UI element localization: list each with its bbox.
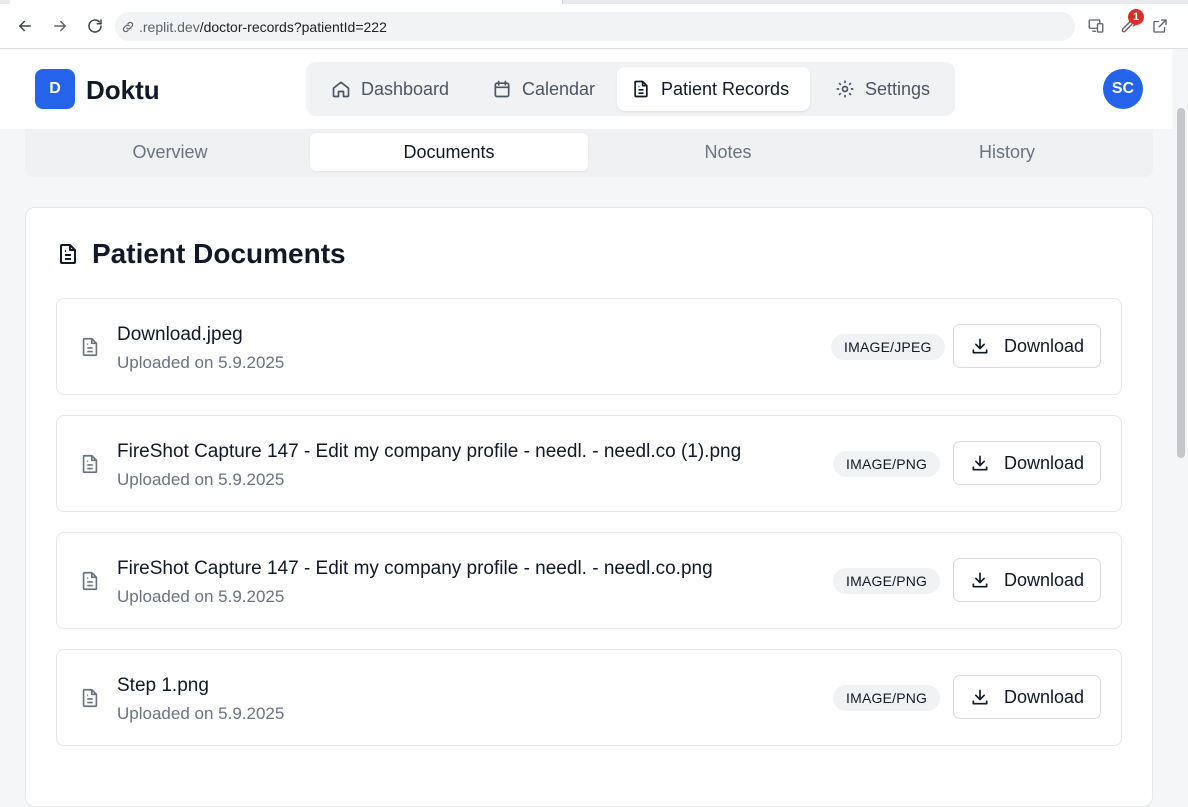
download-button[interactable]: Download	[953, 324, 1101, 368]
external-link-icon	[1153, 19, 1167, 33]
nav-patient-records-label: Patient Records	[661, 78, 790, 99]
document-name: Download.jpeg	[117, 324, 243, 345]
file-icon	[82, 571, 98, 591]
file-type-badge: IMAGE/PNG	[833, 451, 941, 477]
document-name: Step 1.png	[117, 675, 209, 696]
extensions-button[interactable]: 1	[1114, 9, 1144, 40]
tab-history[interactable]: History	[868, 133, 1146, 171]
url-path: /doctor-records?patientId=222	[199, 18, 387, 35]
file-type-badge: IMAGE/PNG	[833, 568, 941, 594]
file-text-icon	[60, 244, 76, 264]
file-icon	[82, 337, 98, 357]
reload-icon	[88, 19, 102, 33]
download-icon	[972, 455, 988, 471]
document-item: FireShot Capture 147 - Edit my company p…	[56, 532, 1122, 629]
document-upload-date: Uploaded on 5.9.2025	[117, 587, 285, 606]
back-button[interactable]	[11, 12, 39, 40]
devices-icon	[1088, 19, 1104, 33]
brand-name[interactable]: Doktu	[86, 75, 160, 106]
forward-button[interactable]	[46, 12, 74, 40]
open-external-button[interactable]	[1146, 12, 1174, 40]
file-type-badge: IMAGE/JPEG	[831, 334, 945, 360]
document-item: Download.jpeg Uploaded on 5.9.2025 IMAGE…	[56, 298, 1122, 395]
document-item: Step 1.png Uploaded on 5.9.2025 IMAGE/PN…	[56, 649, 1122, 746]
document-name: FireShot Capture 147 - Edit my company p…	[117, 441, 742, 462]
scrollbar-thumb[interactable]	[1177, 108, 1185, 458]
home-icon	[332, 81, 350, 98]
document-name: FireShot Capture 147 - Edit my company p…	[117, 558, 713, 579]
record-tabs: Overview Documents Notes History	[25, 129, 1153, 177]
download-label: Download	[1004, 452, 1085, 473]
main-nav: Dashboard Calendar Patient Records Setti…	[306, 62, 955, 116]
download-button[interactable]: Download	[953, 675, 1101, 719]
link-icon	[122, 21, 134, 32]
document-upload-date: Uploaded on 5.9.2025	[117, 470, 285, 489]
arrow-left-icon	[19, 20, 31, 32]
nav-settings-label: Settings	[865, 78, 931, 99]
file-icon	[82, 454, 98, 474]
document-upload-date: Uploaded on 5.9.2025	[117, 704, 285, 723]
tab-documents[interactable]: Documents	[310, 133, 588, 171]
browser-toolbar: .replit.dev/doctor-records?patientId=222…	[0, 4, 1188, 49]
user-avatar[interactable]: SC	[1103, 69, 1143, 109]
notification-badge: 1	[1128, 9, 1144, 25]
nav-settings[interactable]: Settings	[821, 67, 945, 111]
logo-mark[interactable]: D	[35, 69, 75, 109]
card-header: Patient Documents	[56, 238, 346, 270]
calendar-icon	[494, 80, 510, 98]
download-icon	[972, 689, 988, 705]
tab-overview[interactable]: Overview	[31, 133, 309, 171]
download-label: Download	[1004, 686, 1085, 707]
app-header: D Doktu Dashboard Calendar Patient Recor…	[0, 49, 1172, 129]
reload-button[interactable]	[81, 12, 109, 40]
tab-notes[interactable]: Notes	[589, 133, 867, 171]
gear-icon	[836, 80, 854, 98]
nav-calendar[interactable]: Calendar	[478, 67, 608, 111]
nav-dashboard-label: Dashboard	[361, 78, 450, 99]
download-icon	[972, 338, 988, 354]
url-host: .replit.dev	[139, 18, 200, 35]
arrow-right-icon	[54, 20, 66, 32]
address-bar[interactable]: .replit.dev/doctor-records?patientId=222	[115, 12, 1075, 41]
download-button[interactable]: Download	[953, 441, 1101, 485]
download-label: Download	[1004, 569, 1085, 590]
file-type-badge: IMAGE/PNG	[833, 685, 941, 711]
patient-documents-card: Patient Documents Download.jpeg Uploaded…	[25, 207, 1153, 807]
download-button[interactable]: Download	[953, 558, 1101, 602]
document-upload-date: Uploaded on 5.9.2025	[117, 353, 285, 372]
nav-calendar-label: Calendar	[522, 78, 596, 99]
nav-dashboard[interactable]: Dashboard	[317, 67, 460, 111]
download-icon	[972, 572, 988, 588]
card-title: Patient Documents	[92, 238, 346, 269]
cast-button[interactable]	[1082, 12, 1110, 40]
download-label: Download	[1004, 335, 1085, 356]
document-item: FireShot Capture 147 - Edit my company p…	[56, 415, 1122, 512]
file-icon	[82, 688, 98, 708]
file-text-icon	[634, 80, 648, 98]
nav-patient-records[interactable]: Patient Records	[617, 67, 810, 111]
